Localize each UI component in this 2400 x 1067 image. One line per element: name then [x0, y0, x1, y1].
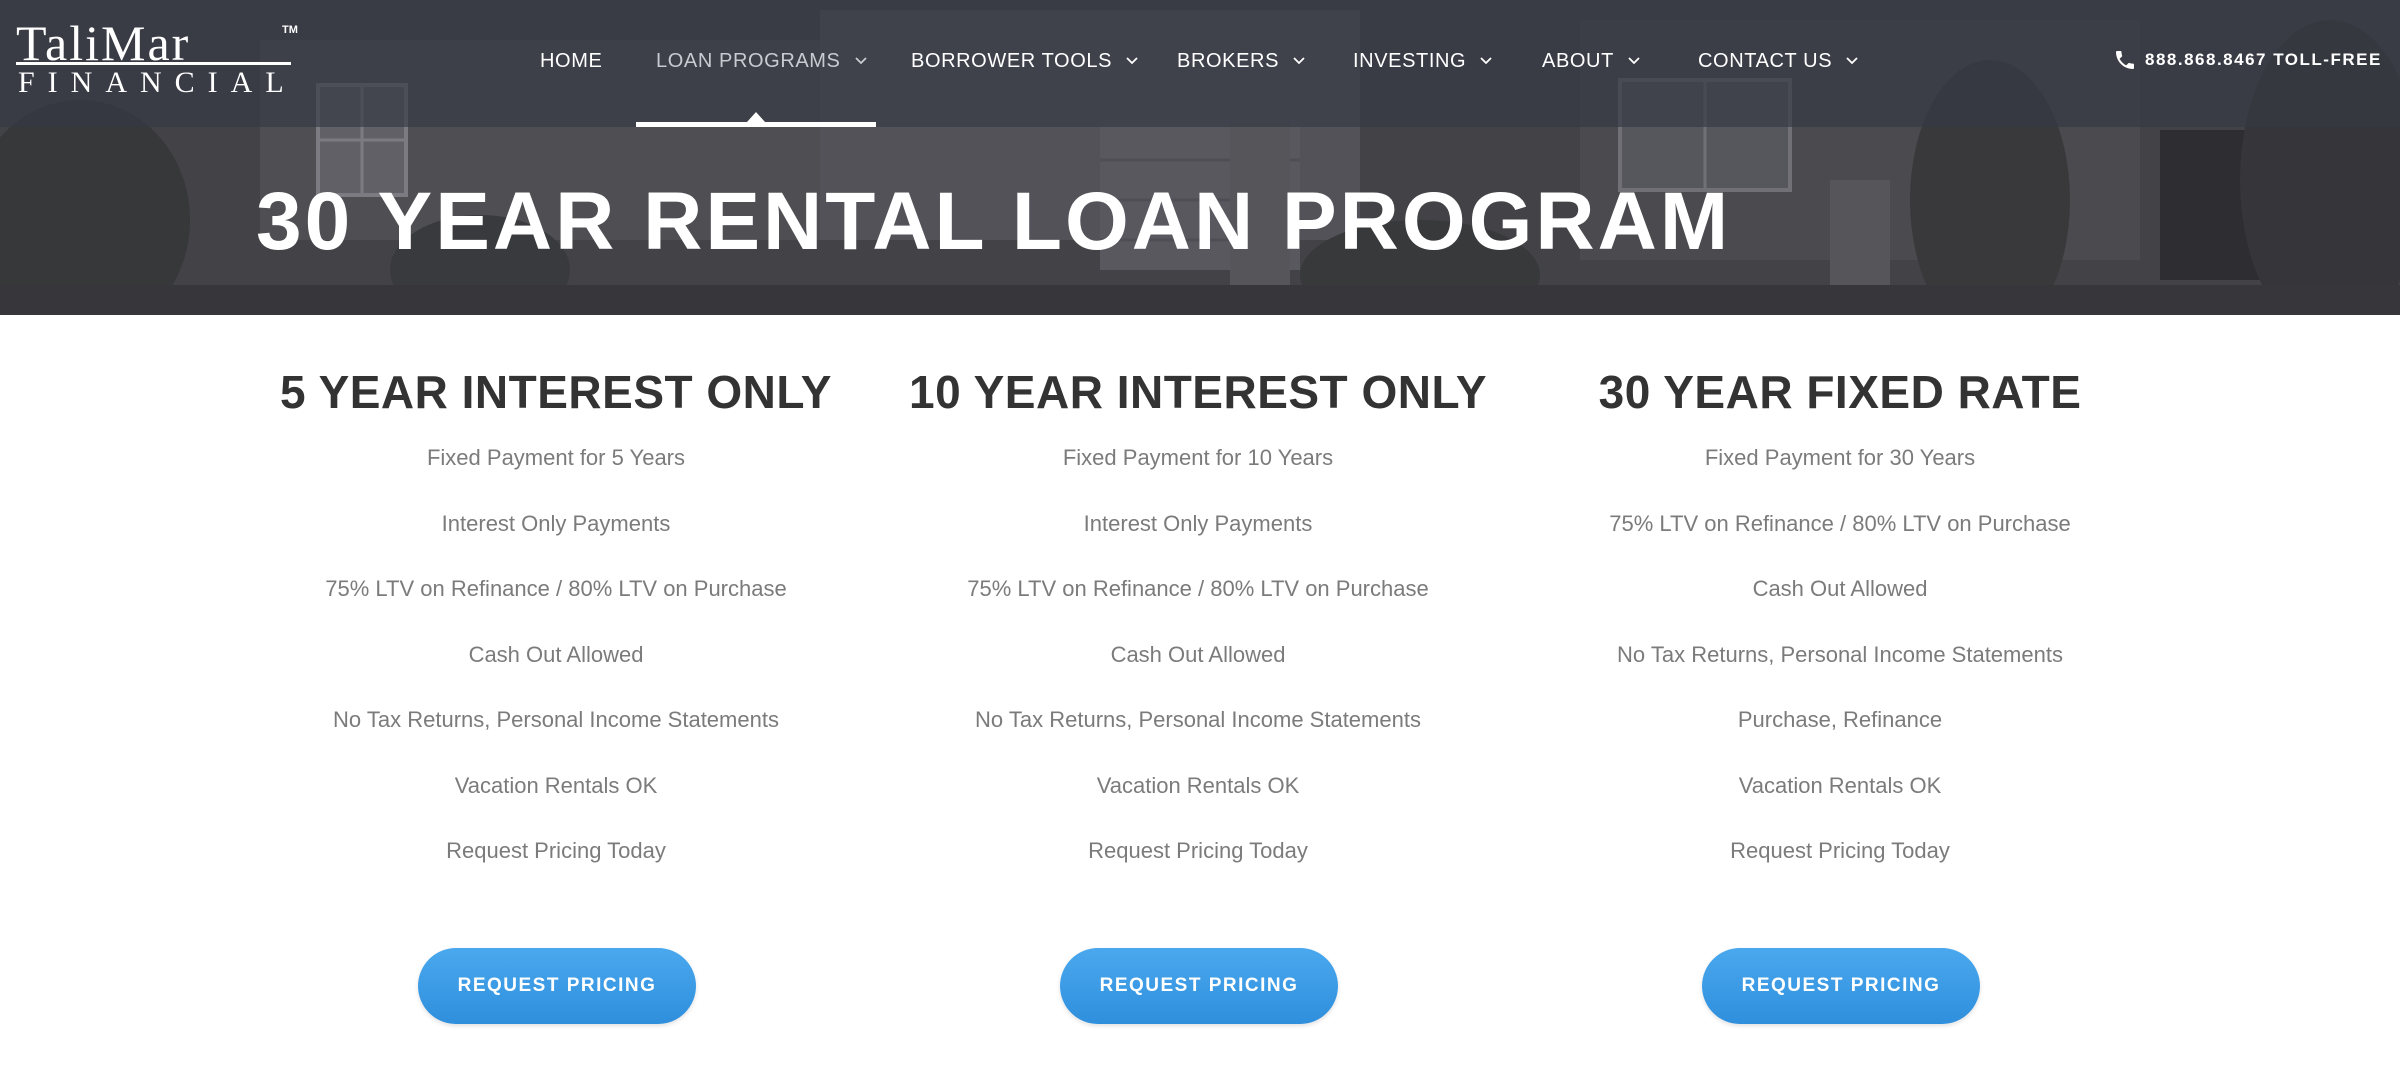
feature-item: 75% LTV on Refinance / 80% LTV on Purcha… [967, 576, 1429, 601]
chevron-down-icon [1126, 57, 1138, 65]
feature-item: Interest Only Payments [441, 510, 671, 536]
top-navigation-bar: TaliMar TM FINANCIAL HOME LOAN PROGRAMS … [0, 0, 2400, 127]
nav-item-label: BORROWER TOOLS [911, 49, 1113, 72]
program-title: 10 YEAR INTEREST ONLY [909, 366, 1487, 418]
talimar-logo[interactable]: TaliMar TM FINANCIAL [16, 18, 306, 99]
program-column-30-year: 30 YEAR FIXED RATE Fixed Payment for 30 … [1520, 360, 2160, 903]
phone-number: 888.868.8467 TOLL-FREE [2145, 50, 2382, 69]
nav-item-loan-programs[interactable]: LOAN PROGRAMS [656, 46, 869, 76]
feature-item: Fixed Payment for 30 Years [1704, 445, 1976, 470]
feature-item: Fixed Payment for 10 Years [1062, 445, 1334, 470]
feature-item: 75% LTV on Refinance / 80% LTV on Purcha… [1609, 510, 2071, 536]
active-nav-caret [747, 112, 765, 122]
feature-item: No Tax Returns, Personal Income Statemen… [1617, 641, 2063, 667]
feature-item: No Tax Returns, Personal Income Statemen… [975, 707, 1421, 732]
request-pricing-button-30-year[interactable]: REQUEST PRICING [1702, 948, 1980, 1024]
nav-item-label: CONTACT US [1698, 49, 1833, 72]
nav-item-brokers[interactable]: BROKERS [1177, 46, 1307, 76]
feature-item: Vacation Rentals OK [1096, 772, 1300, 798]
feature-item: Interest Only Payments [1083, 510, 1313, 536]
nav-item-investing[interactable]: INVESTING [1353, 46, 1494, 76]
chevron-down-icon [1628, 57, 1640, 65]
feature-item: Request Pricing Today [1730, 838, 1950, 863]
feature-item: Cash Out Allowed [468, 641, 644, 667]
active-nav-underline [636, 122, 876, 127]
feature-item: Request Pricing Today [446, 838, 666, 863]
nav-item-label: BROKERS [1177, 49, 1280, 72]
feature-item: Purchase, Refinance [1737, 707, 1943, 732]
logo-wordmark: TaliMar [16, 18, 190, 68]
logo-subtext: FINANCIAL [18, 66, 297, 99]
request-pricing-button-5-year[interactable]: REQUEST PRICING [418, 948, 696, 1024]
nav-item-label: LOAN PROGRAMS [656, 49, 841, 72]
program-title: 5 YEAR INTEREST ONLY [280, 366, 832, 418]
feature-item: 75% LTV on Refinance / 80% LTV on Purcha… [325, 576, 787, 601]
program-column-10-year: 10 YEAR INTEREST ONLY Fixed Payment for … [878, 360, 1518, 903]
feature-item: Request Pricing Today [1088, 838, 1308, 863]
chevron-down-icon [1293, 57, 1305, 65]
nav-item-contact-us[interactable]: CONTACT US [1698, 46, 1860, 76]
feature-list: Fixed Payment for 5 Years Interest Only … [236, 444, 876, 903]
feature-item: Cash Out Allowed [1110, 641, 1286, 667]
chevron-down-icon [1480, 57, 1492, 65]
feature-list: Fixed Payment for 30 Years 75% LTV on Re… [1520, 444, 2160, 903]
phone-icon [2116, 51, 2134, 69]
nav-item-label: HOME [540, 49, 603, 72]
logo-divider [16, 62, 291, 65]
nav-item-label: ABOUT [1542, 49, 1614, 72]
nav-item-home[interactable]: HOME [540, 46, 602, 76]
request-pricing-button-10-year[interactable]: REQUEST PRICING [1060, 948, 1338, 1024]
feature-list: Fixed Payment for 10 Years Interest Only… [878, 444, 1518, 903]
program-title: 30 YEAR FIXED RATE [1598, 366, 2082, 418]
chevron-down-icon [854, 57, 867, 65]
nav-item-label: INVESTING [1353, 49, 1467, 72]
page: TaliMar TM FINANCIAL HOME LOAN PROGRAMS … [0, 0, 2400, 1067]
feature-item: Fixed Payment for 5 Years [426, 445, 686, 470]
nav-item-borrower-tools[interactable]: BORROWER TOOLS [911, 46, 1140, 76]
chevron-down-icon [1846, 57, 1858, 65]
nav-item-about[interactable]: ABOUT [1542, 46, 1642, 76]
feature-item: Vacation Rentals OK [454, 772, 658, 798]
program-column-5-year: 5 YEAR INTEREST ONLY Fixed Payment for 5… [236, 360, 876, 903]
feature-item: Vacation Rentals OK [1738, 772, 1942, 798]
page-title: 30 YEAR RENTAL LOAN PROGRAM [256, 176, 1732, 267]
logo-trademark: TM [282, 24, 298, 36]
phone-link[interactable]: 888.868.8467 TOLL-FREE [2113, 43, 2382, 77]
hero-banner: TaliMar TM FINANCIAL HOME LOAN PROGRAMS … [0, 0, 2400, 315]
feature-item: No Tax Returns, Personal Income Statemen… [333, 707, 779, 732]
feature-item: Cash Out Allowed [1752, 576, 1928, 601]
